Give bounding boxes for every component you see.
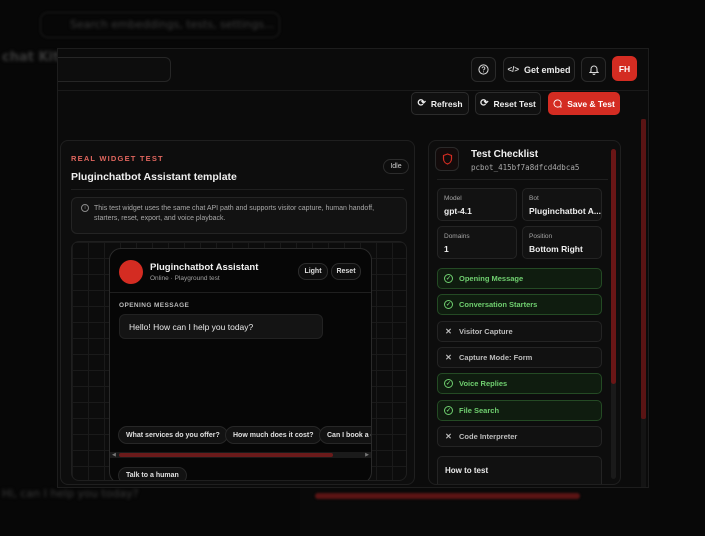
opening-message-label: OPENING MESSAGE <box>119 302 190 309</box>
checklist-item-label: Capture Mode: Form <box>459 352 533 362</box>
modal-scrollbar[interactable] <box>641 119 646 487</box>
save-test-button[interactable]: Save & Test <box>548 92 620 115</box>
stat-label: Bot <box>529 195 539 202</box>
checklist-item-label: Opening Message <box>459 274 524 283</box>
shield-badge <box>435 147 459 171</box>
status-badge: Idle <box>383 159 409 174</box>
panel-title: Pluginchatbot Assistant template <box>71 171 237 183</box>
checklist-item: ✓ Opening Message <box>437 268 602 289</box>
starter-chip-3[interactable]: Can I book a d <box>319 426 371 444</box>
talk-to-human-button[interactable]: Talk to a human <box>118 467 187 480</box>
background-search-placeholder: Search embeddings, tests, settings... <box>70 18 275 31</box>
background-bottom <box>300 485 650 536</box>
stat-label: Position <box>529 233 553 240</box>
opening-message-bubble: Hello! How can I help you today? <box>119 314 323 339</box>
checklist-title: Test Checklist <box>471 149 539 160</box>
x-icon: ✕ <box>445 326 452 336</box>
check-circle-icon: ✓ <box>444 379 453 389</box>
code-icon: </> <box>507 65 520 74</box>
checklist-item-label: Conversation Starters <box>459 300 538 310</box>
stat-value: Pluginchatbot A... <box>529 206 601 216</box>
widget-header: Pluginchatbot Assistant Online · Playgro… <box>110 249 371 293</box>
stat-bot: Bot Pluginchatbot A... <box>522 188 602 221</box>
top-bar: </> Get embed FH <box>58 49 648 91</box>
check-circle-icon: ✓ <box>444 300 453 310</box>
theme-toggle-button[interactable]: Light <box>298 263 328 280</box>
check-circle-icon: ✓ <box>444 274 453 283</box>
bot-name: Pluginchatbot Assistant <box>150 262 259 273</box>
stat-value: 1 <box>444 244 449 254</box>
divider <box>71 189 404 190</box>
refresh-label: Refresh <box>430 98 463 109</box>
checklist-item: ✓ Voice Replies <box>437 373 602 395</box>
checklist-item-label: Voice Replies <box>459 379 508 389</box>
refresh-icon: ⟳ <box>417 98 426 109</box>
starter-chip-2[interactable]: How much does it cost? <box>225 426 322 444</box>
checklist-item: ✓ File Search <box>437 399 602 421</box>
x-icon: ✕ <box>445 352 452 362</box>
checklist-item: ✕ Visitor Capture <box>437 320 602 342</box>
stat-position: Position Bottom Right <box>522 226 602 259</box>
reset-test-button[interactable]: ⟳ Reset Test <box>475 92 541 115</box>
checklist-item-label: Visitor Capture <box>459 326 513 336</box>
widget-reset-button[interactable]: Reset <box>331 263 361 280</box>
stat-value: gpt-4.1 <box>444 206 472 216</box>
background-right <box>650 50 705 536</box>
background-title: chat Kit <box>2 50 60 65</box>
user-avatar[interactable]: FH <box>612 56 637 81</box>
bot-status: Online · Playground test <box>150 275 220 282</box>
bell-icon <box>588 65 599 75</box>
get-embed-button[interactable]: </> Get embed <box>503 57 575 82</box>
check-circle-icon: ✓ <box>444 405 453 415</box>
save-test-label: Save & Test <box>567 98 615 109</box>
panel-overline: REAL WIDGET TEST <box>71 154 164 163</box>
stat-model: Model gpt-4.1 <box>437 188 517 221</box>
test-modal: </> Get embed FH ⟳ Refresh ⟳ Reset Test … <box>57 48 649 488</box>
reset-test-label: Reset Test <box>493 98 536 109</box>
widget-test-panel: REAL WIDGET TEST Pluginchatbot Assistant… <box>60 140 415 485</box>
checklist-item: ✕ Capture Mode: Form <box>437 346 602 368</box>
refresh-button[interactable]: ⟳ Refresh <box>411 92 469 115</box>
reset-icon: ⟳ <box>480 98 489 109</box>
stat-label: Model <box>444 195 462 202</box>
checklist-scroll-thumb[interactable] <box>611 149 616 384</box>
notifications-button[interactable] <box>581 57 606 82</box>
stat-value: Bottom Right <box>529 244 583 254</box>
how-to-test-section[interactable]: How to test <box>437 456 602 484</box>
divider <box>437 179 608 180</box>
checklist-item: ✕ Code Interpreter <box>437 425 602 447</box>
chat-widget: Pluginchatbot Assistant Online · Playgro… <box>109 248 372 480</box>
get-embed-label: Get embed <box>524 64 571 75</box>
background-snippet: Hi, can I help you today? <box>2 487 139 500</box>
chat-bubble-icon <box>553 99 562 108</box>
scroll-right-icon[interactable]: ▶ <box>365 452 369 458</box>
info-text: This test widget uses the same chat API … <box>94 205 375 222</box>
test-checklist-panel: Test Checklist pcbot_415bf7a8dfcd4dbca5 … <box>428 140 621 485</box>
checklist-item: ✓ Conversation Starters <box>437 294 602 316</box>
info-icon: i <box>81 204 89 212</box>
x-icon: ✕ <box>445 431 452 441</box>
search-input[interactable] <box>58 57 171 82</box>
stat-label: Domains <box>444 233 470 240</box>
bot-id: pcbot_415bf7a8dfcd4dbca5 <box>471 163 580 172</box>
bot-avatar <box>119 260 143 284</box>
starters-scroll-thumb[interactable] <box>119 453 333 457</box>
scroll-left-icon[interactable]: ◀ <box>112 452 116 458</box>
question-circle-icon <box>478 64 489 75</box>
widget-preview-area: Pluginchatbot Assistant Online · Playgro… <box>71 241 407 481</box>
shield-icon <box>442 153 452 165</box>
checklist-item-label: File Search <box>459 405 500 415</box>
modal-scroll-thumb[interactable] <box>641 119 646 419</box>
checklist-scrollbar[interactable] <box>611 149 616 479</box>
info-note: i This test widget uses the same chat AP… <box>71 197 407 234</box>
stat-domains: Domains 1 <box>437 226 517 259</box>
starter-chip-1[interactable]: What services do you offer? <box>118 426 228 444</box>
checklist-item-label: Code Interpreter <box>459 431 518 441</box>
help-button[interactable] <box>471 57 496 82</box>
